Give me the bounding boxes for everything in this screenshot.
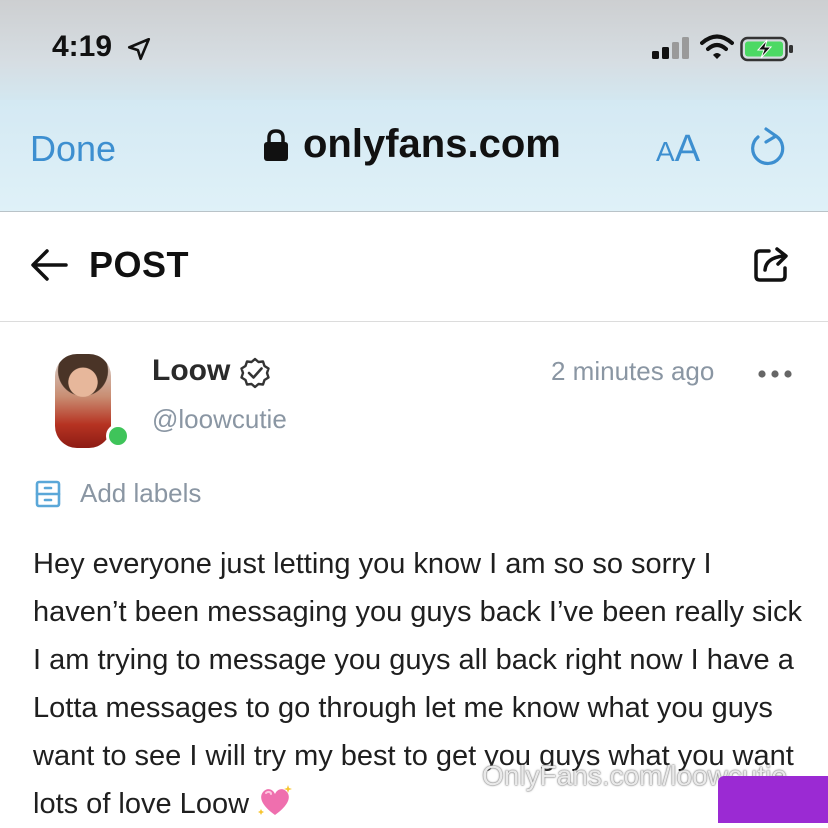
author-name[interactable]: Loow <box>152 354 230 388</box>
text-size-button[interactable]: AA <box>656 128 700 171</box>
done-button[interactable]: Done <box>30 128 116 170</box>
status-time: 4:19 <box>52 30 113 63</box>
reload-icon[interactable] <box>746 126 788 170</box>
post-timestamp: 2 minutes ago <box>551 356 715 386</box>
cellular-signal-icon <box>652 37 689 59</box>
status-bar: 4:19 <box>0 0 828 100</box>
back-arrow-icon[interactable] <box>30 248 68 282</box>
post-header: POST <box>0 212 828 322</box>
text-size-small-a: A <box>656 136 675 167</box>
page-title: POST <box>89 244 190 285</box>
wifi-icon <box>700 34 734 59</box>
author-handle[interactable]: @loowcutie <box>152 404 287 435</box>
online-status-indicator <box>106 424 130 448</box>
location-arrow-icon <box>127 37 151 61</box>
label-icon[interactable] <box>34 478 62 510</box>
share-icon[interactable] <box>752 244 792 284</box>
text-size-big-a: A <box>674 128 701 170</box>
browser-toolbar: Done onlyfans.com AA <box>0 100 828 212</box>
more-options-icon[interactable] <box>757 367 793 381</box>
lock-icon <box>264 129 288 161</box>
verified-badge-icon <box>240 357 270 389</box>
battery-charging-icon <box>740 36 793 62</box>
add-labels-button[interactable]: Add labels <box>80 478 201 509</box>
sparkling-heart-icon <box>258 785 293 815</box>
purple-overlay-block <box>718 776 828 823</box>
address-bar-domain[interactable]: onlyfans.com <box>303 122 561 167</box>
avatar[interactable] <box>55 354 111 448</box>
